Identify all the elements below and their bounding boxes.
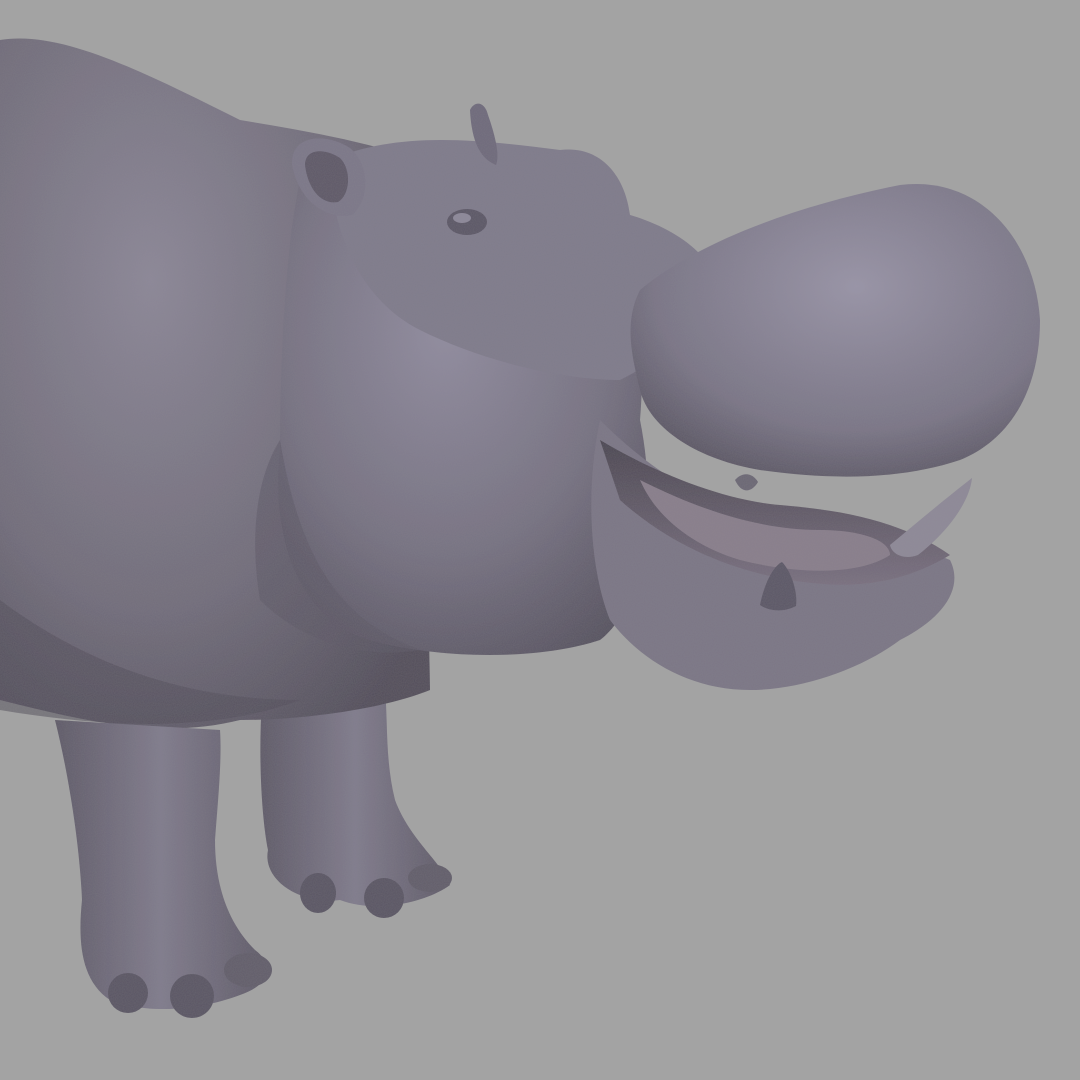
far-toe-2 (364, 878, 404, 918)
hippo-body-group (0, 38, 1040, 1018)
hippo-snout (630, 183, 1040, 477)
far-toe-3 (408, 864, 452, 892)
far-toe-1 (300, 873, 336, 913)
hippo-tooth-upper (735, 474, 758, 491)
near-toe-1 (108, 973, 148, 1013)
render-viewport (0, 0, 1080, 1080)
hippo-eye-highlight (453, 213, 471, 223)
hippo-render (0, 38, 1040, 1018)
near-toe-2 (170, 974, 214, 1018)
near-toe-3 (224, 953, 272, 987)
